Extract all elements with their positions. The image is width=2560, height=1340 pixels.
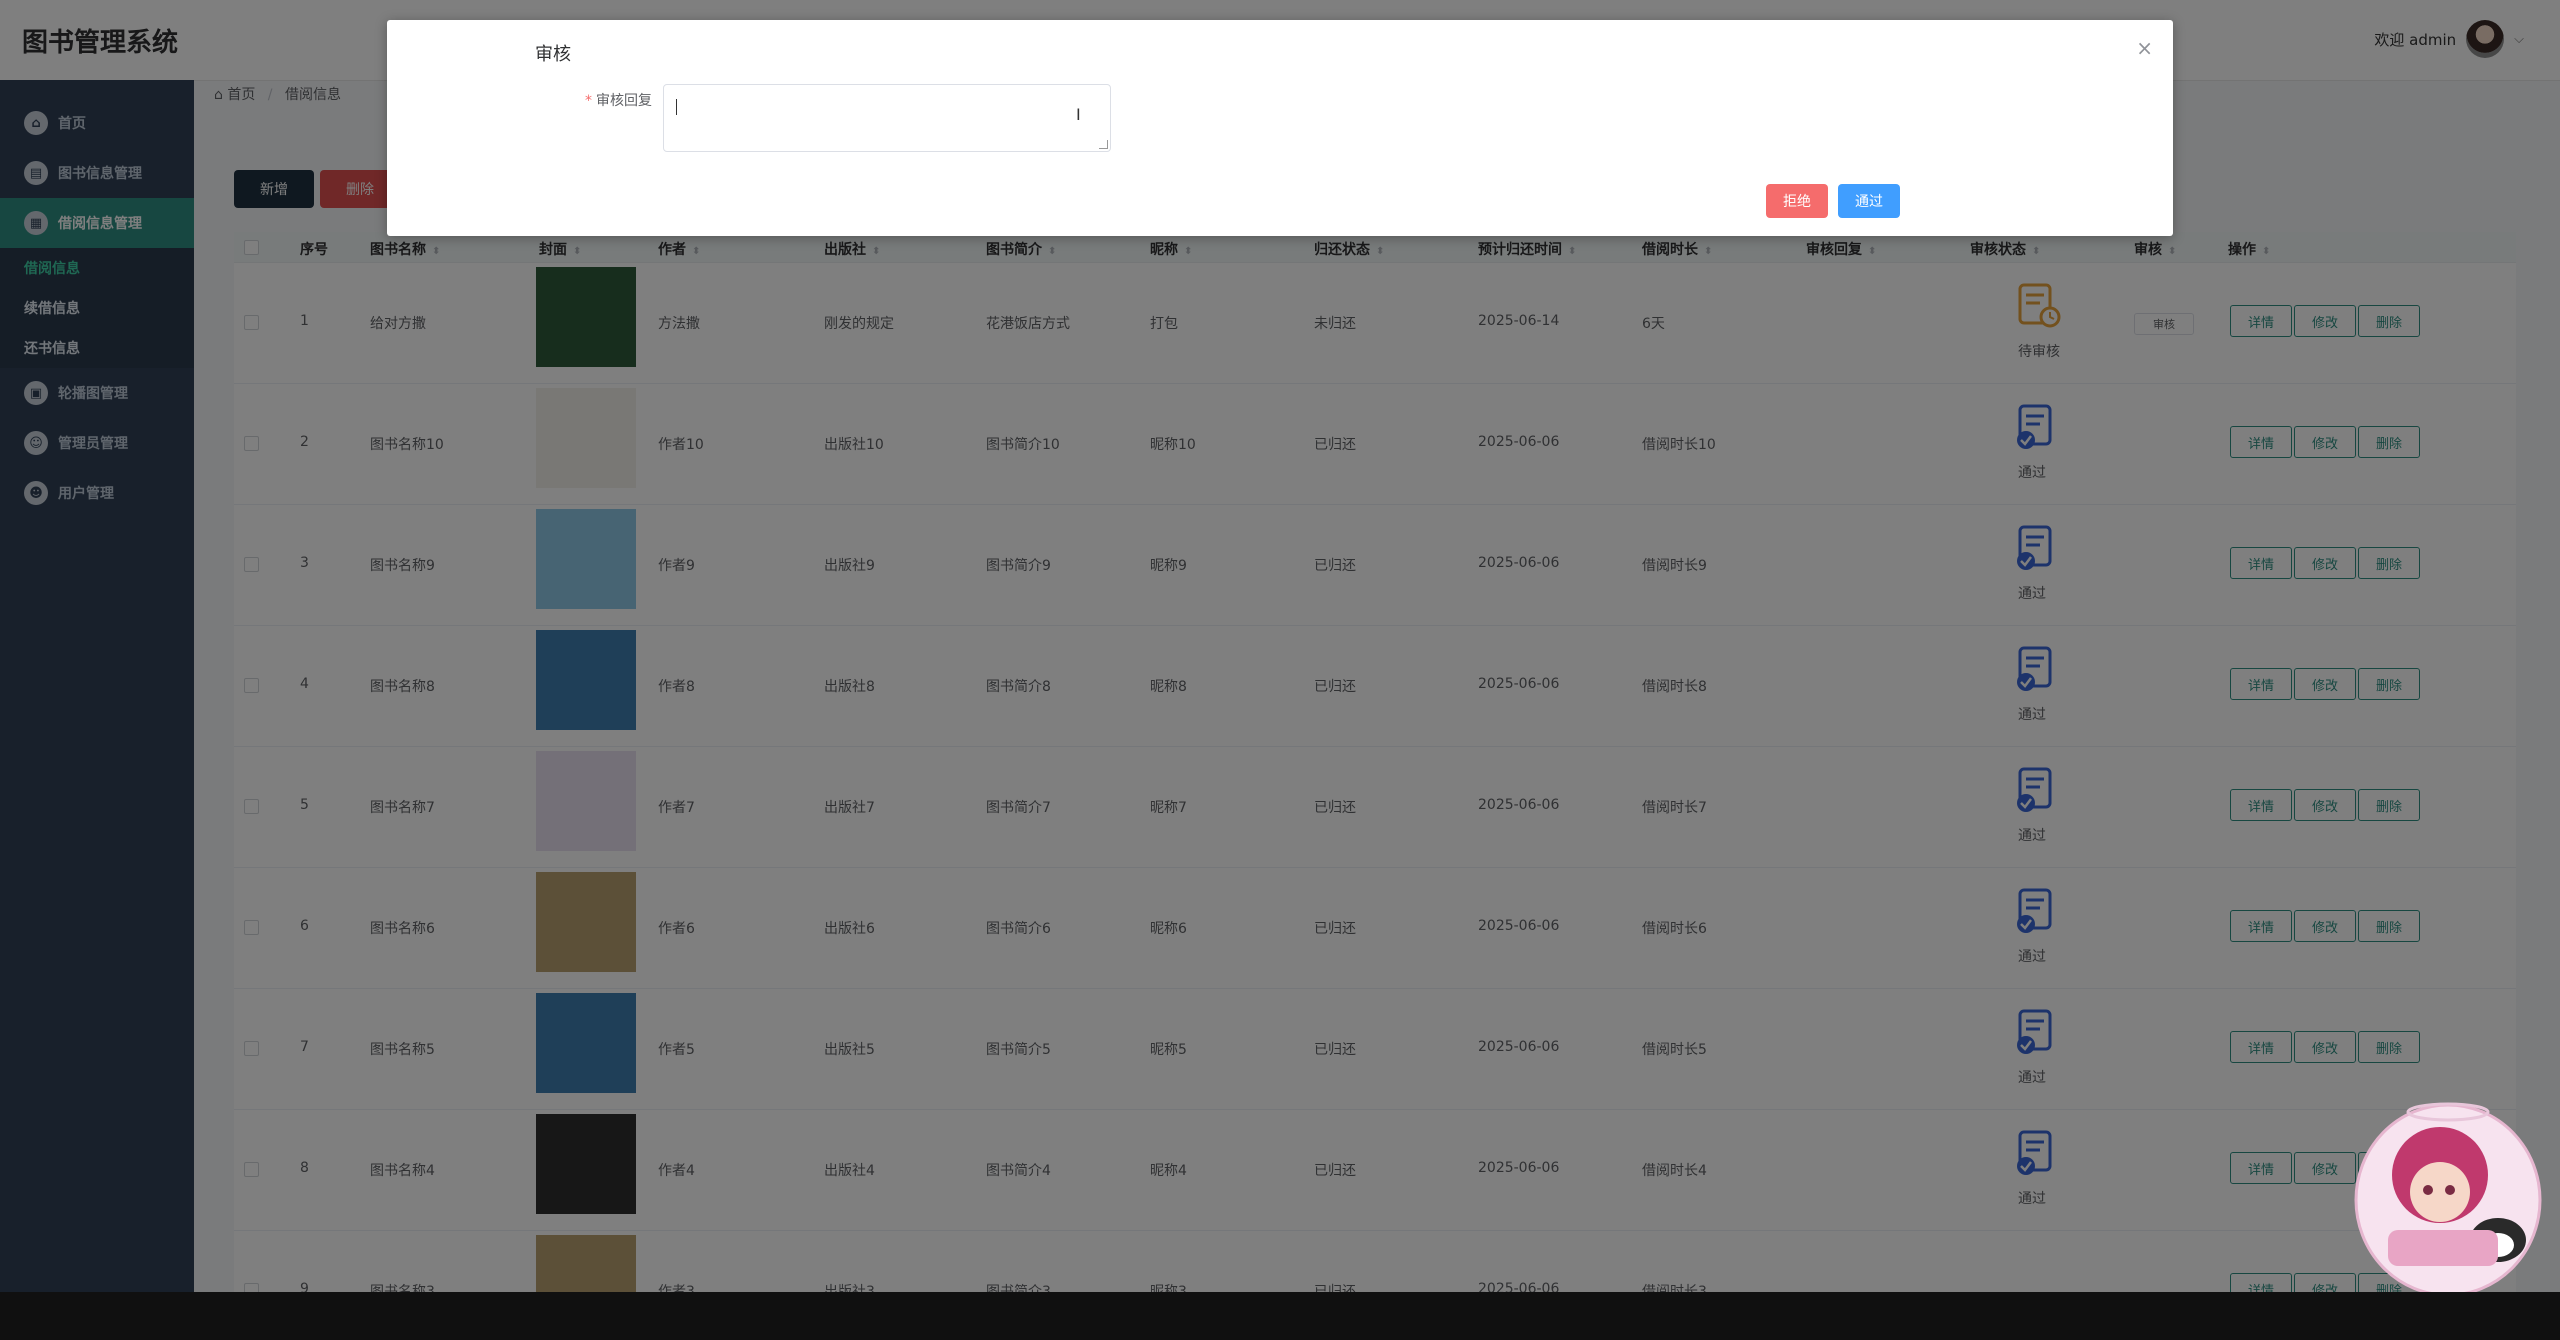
text-cursor bbox=[676, 99, 677, 115]
resize-handle[interactable] bbox=[1099, 140, 1108, 149]
ibeam-cursor-icon: I bbox=[1076, 105, 1081, 124]
audit-dialog: 审核 × * 审核回复 I 拒绝 通过 bbox=[387, 20, 2173, 236]
required-mark: * bbox=[585, 93, 592, 109]
app-window: 图书管理系统 欢迎 admin ⌵ ⌂ 首页 ▤ 图书信息管理 ▦ 借阅信息管理… bbox=[0, 0, 2560, 1292]
close-icon[interactable]: × bbox=[2136, 36, 2153, 60]
audit-reply-textarea[interactable] bbox=[663, 84, 1111, 152]
reply-field-label: * 审核回复 bbox=[585, 93, 652, 109]
mascot-sticker bbox=[2354, 1102, 2542, 1292]
pass-button[interactable]: 通过 bbox=[1838, 184, 1900, 218]
reject-button[interactable]: 拒绝 bbox=[1766, 184, 1828, 218]
dialog-title: 审核 bbox=[535, 44, 571, 65]
desktop-bottom-bar bbox=[0, 1292, 2560, 1340]
